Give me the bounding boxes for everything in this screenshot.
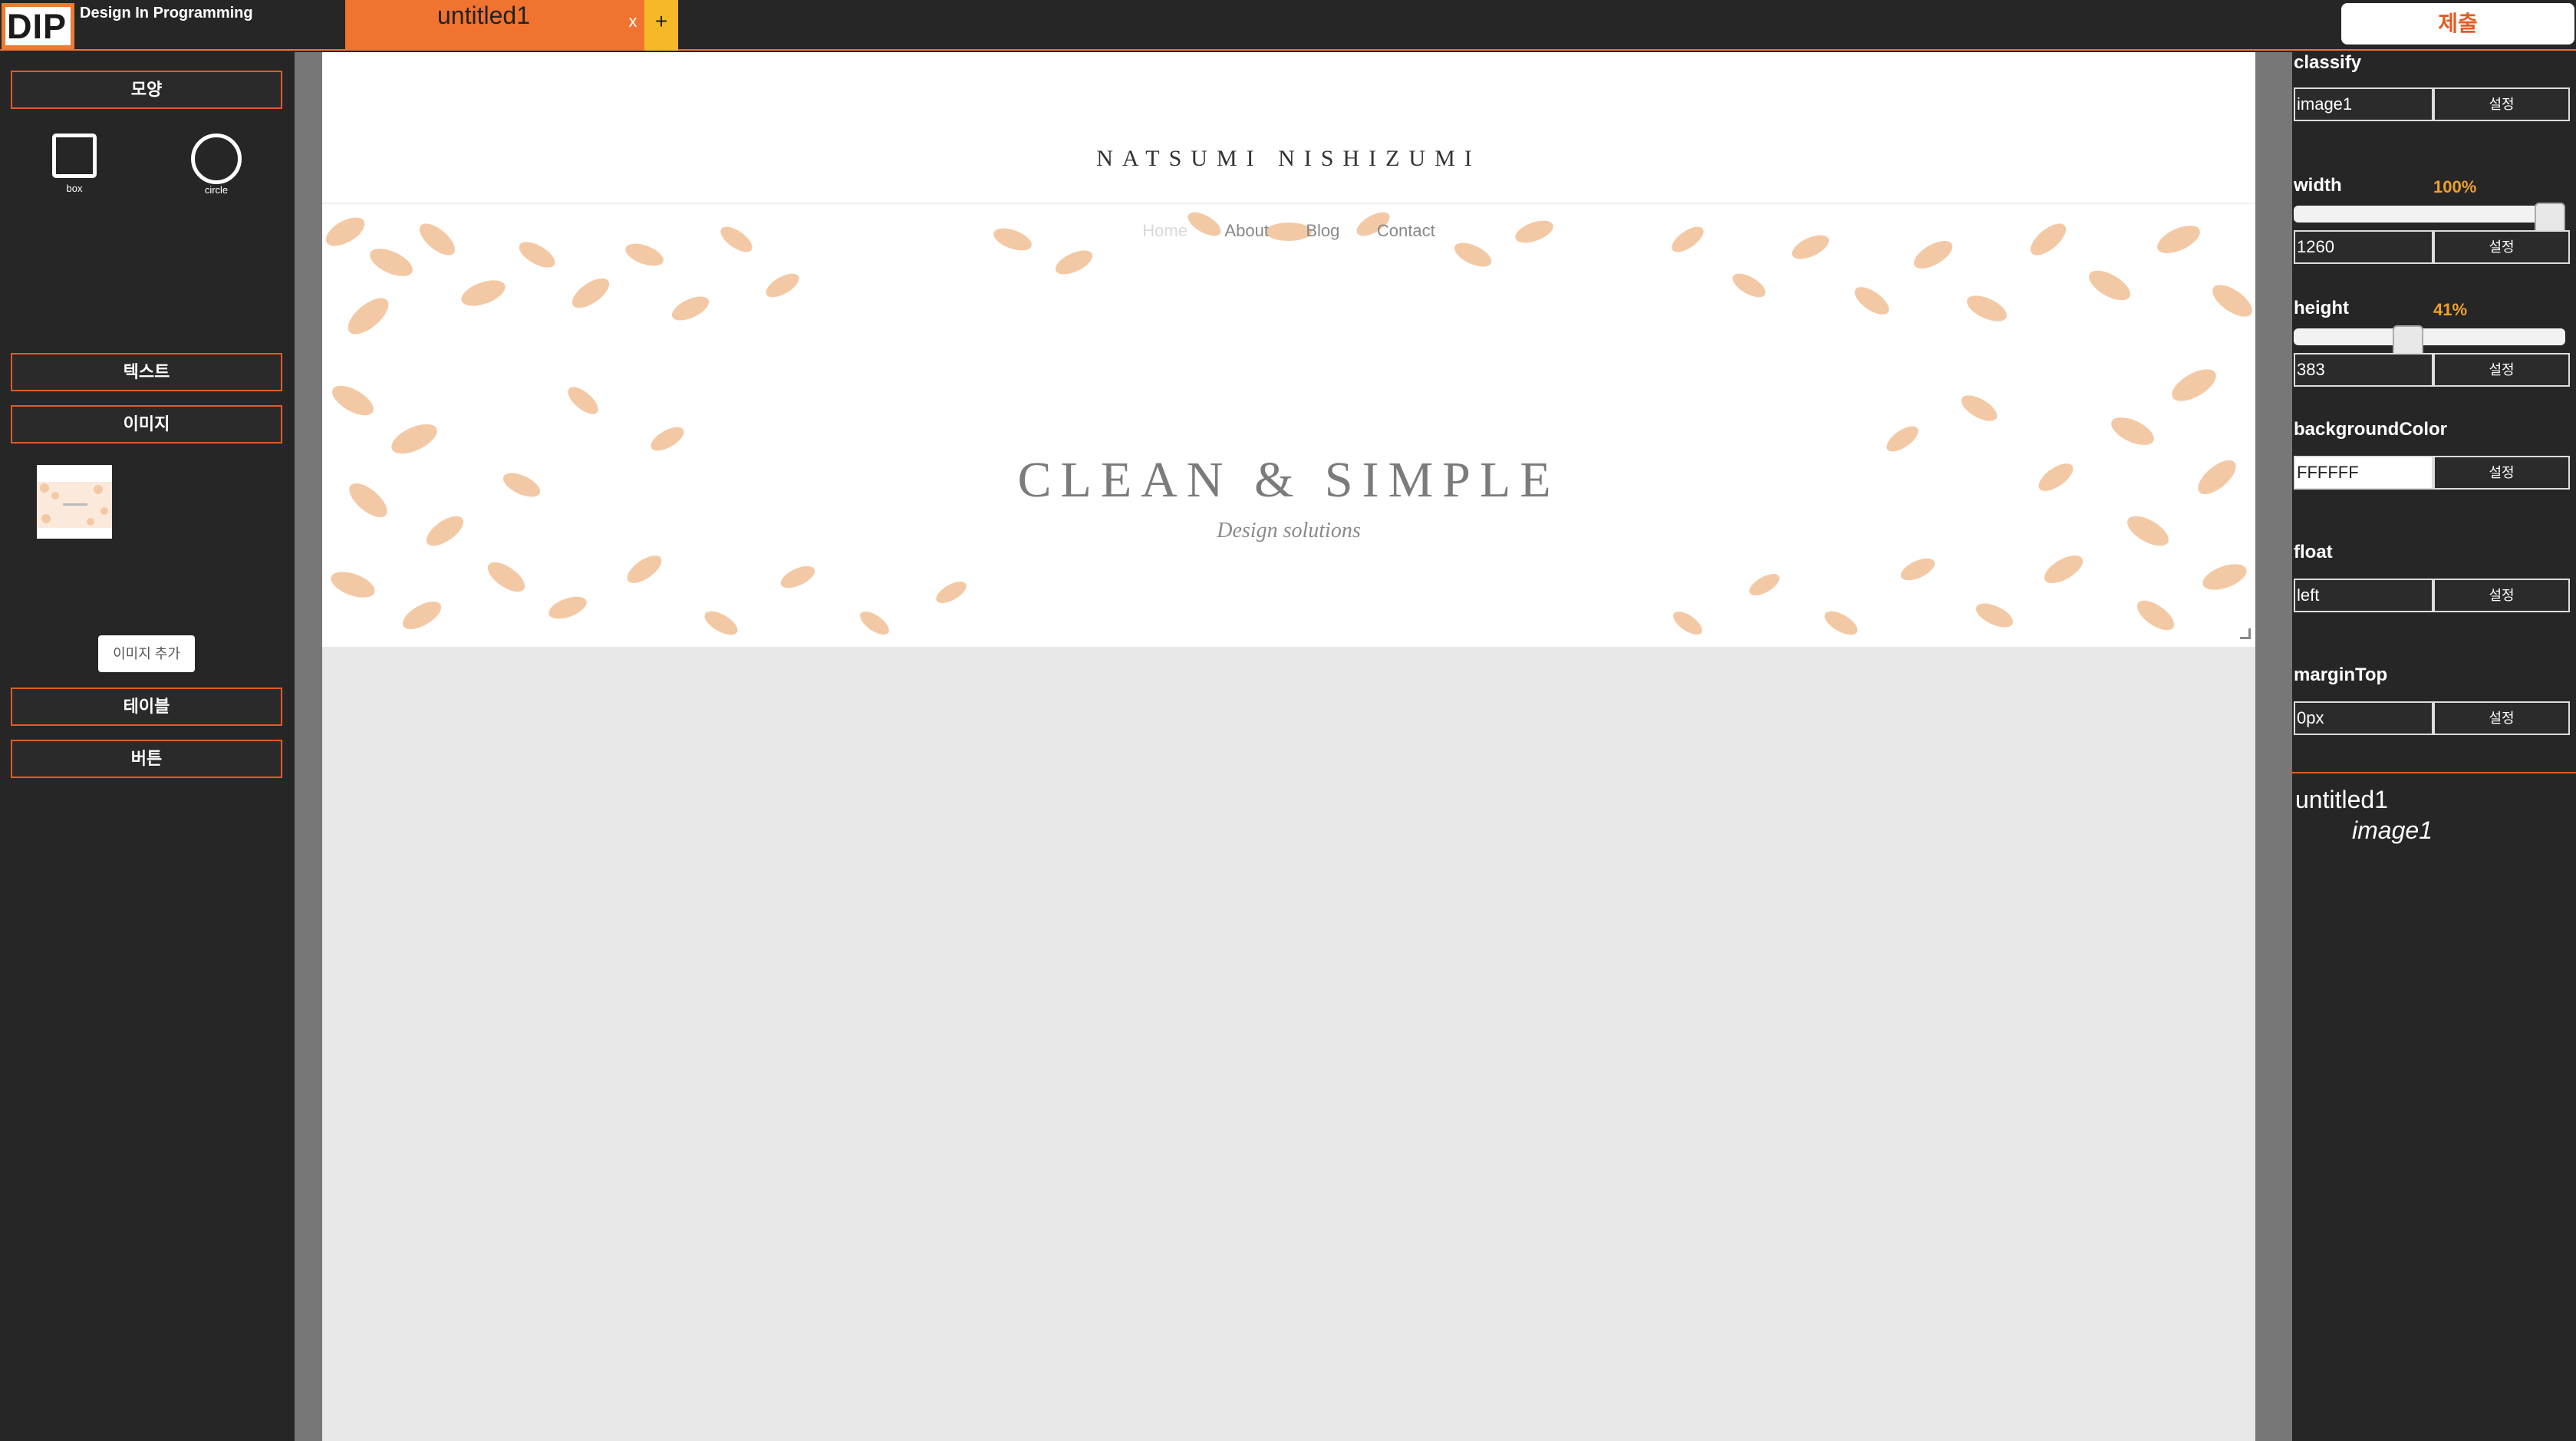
background-color-label: backgroundColor — [2294, 419, 2448, 440]
site-nav-home: Home — [1142, 221, 1188, 240]
box-shape-item[interactable]: box — [40, 134, 109, 210]
resize-handle[interactable] — [2240, 628, 2251, 639]
height-label: height — [2294, 298, 2349, 318]
image-section-button[interactable]: 이미지 — [11, 405, 282, 444]
site-name: NATSUMI NISHIZUMI — [1096, 146, 1481, 171]
site-nav: Home About Blog Contact — [322, 221, 2255, 241]
float-label: float — [2294, 542, 2333, 562]
properties-panel: classify 설정 width 100% 설정 height 41% 설정 … — [2292, 52, 2576, 1441]
text-section-button[interactable]: 텍스트 — [11, 353, 282, 391]
shape-section-button[interactable]: 모양 — [11, 71, 282, 109]
tree-item-image1[interactable]: image1 — [2352, 816, 2433, 845]
margin-top-set-button[interactable]: 설정 — [2433, 701, 2570, 735]
height-set-button[interactable]: 설정 — [2433, 353, 2570, 387]
site-divider — [322, 203, 2255, 204]
float-input[interactable] — [2294, 579, 2433, 612]
floral-decoration — [325, 212, 2252, 635]
left-panel: 모양 box circle 텍스트 이미지 이미지 추가 테이블 버튼 — [0, 52, 295, 1441]
logo: DIP — [2, 3, 74, 49]
width-label: width — [2294, 175, 2342, 196]
top-bar: DIP Design In Programming untitled1 x + … — [0, 0, 2576, 51]
height-percent: 41% — [2433, 300, 2468, 319]
circle-shape-item[interactable]: circle — [182, 134, 251, 210]
margin-top-label: marginTop — [2294, 664, 2388, 685]
margin-top-input[interactable] — [2294, 701, 2433, 735]
hero-subtitle: Design solutions — [1217, 519, 1361, 542]
classify-label: classify — [2294, 52, 2362, 73]
classify-input[interactable] — [2294, 87, 2433, 121]
circle-icon — [191, 134, 242, 184]
thumbnail-graphic — [37, 465, 112, 539]
app-name: Design In Programming — [80, 5, 253, 21]
background-color-set-button[interactable]: 설정 — [2433, 456, 2570, 490]
classify-set-button[interactable]: 설정 — [2433, 87, 2570, 121]
canvas-gutter-left — [295, 52, 322, 1441]
design-canvas[interactable]: NATSUMI NISHIZUMI Home About Blog Contac… — [322, 52, 2255, 1441]
float-set-button[interactable]: 설정 — [2433, 579, 2570, 612]
height-input[interactable] — [2294, 353, 2433, 387]
width-slider[interactable] — [2294, 203, 2565, 235]
logo-text: DIP — [7, 7, 68, 46]
site-nav-blog: Blog — [1306, 221, 1340, 240]
height-slider[interactable] — [2294, 325, 2565, 358]
width-percent: 100% — [2433, 177, 2477, 196]
width-input[interactable] — [2294, 230, 2433, 264]
add-image-button[interactable]: 이미지 추가 — [98, 635, 195, 672]
image-thumbnail[interactable] — [37, 465, 112, 539]
width-set-button[interactable]: 설정 — [2433, 230, 2570, 264]
circle-caption: circle — [204, 184, 229, 196]
table-section-button[interactable]: 테이블 — [11, 688, 282, 726]
tab-close-button[interactable]: x — [621, 6, 644, 37]
site-nav-about: About — [1224, 221, 1269, 240]
tree-item-untitled1[interactable]: untitled1 — [2295, 786, 2388, 814]
tab-title: untitled1 — [437, 2, 530, 29]
box-caption: box — [66, 183, 83, 194]
background-color-input[interactable] — [2294, 456, 2433, 490]
site-nav-contact: Contact — [1376, 221, 1435, 240]
image1-element[interactable]: NATSUMI NISHIZUMI Home About Blog Contac… — [322, 52, 2255, 647]
square-icon — [52, 134, 97, 178]
submit-button[interactable]: 제출 — [2341, 3, 2574, 45]
hero-title: CLEAN & SIMPLE — [1017, 452, 1560, 508]
button-section-button[interactable]: 버튼 — [11, 740, 282, 778]
tab-untitled1[interactable]: untitled1 x — [345, 0, 644, 51]
add-tab-button[interactable]: + — [644, 0, 678, 51]
tree-divider — [2292, 772, 2576, 773]
canvas-gutter-right — [2255, 52, 2292, 1441]
